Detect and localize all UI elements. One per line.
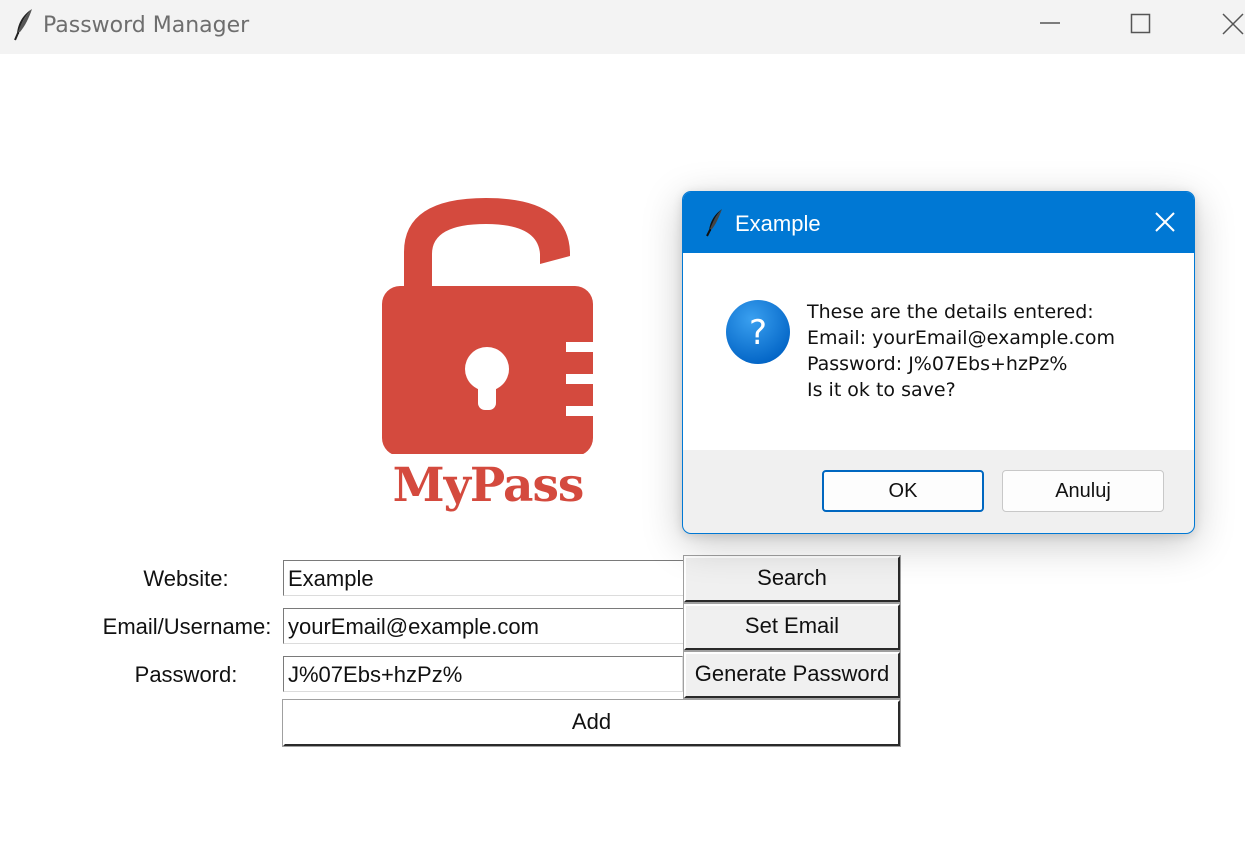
dialog-body: ? These are the details entered: Email: … [683,253,1194,450]
maximize-button[interactable] [1118,0,1164,50]
password-manager-window: Password Manager MyPass Website: Email/U… [0,0,1245,865]
feather-icon [705,208,725,238]
dialog-title: Example [735,211,821,236]
website-input[interactable]: Example [283,560,685,596]
dialog-message-line: Email: yourEmail@example.com [807,327,1115,349]
logo-text: MyPass [392,458,585,513]
svg-text:?: ? [749,313,767,353]
set-email-button[interactable]: Set Email [683,603,901,651]
website-label: Website: [143,566,229,591]
ok-button[interactable]: OK [822,470,984,512]
dialog-close-button[interactable] [1145,204,1185,242]
minimize-button[interactable] [1027,0,1073,50]
generate-password-button[interactable]: Generate Password [683,651,901,699]
dialog-message-line: Is it ok to save? [807,379,956,401]
dialog-message-line: Password: J%07Ebs+hzPz% [807,353,1068,375]
email-username-label: Email/Username: [102,614,272,639]
cancel-button[interactable]: Anuluj [1002,470,1164,512]
dialog-message-line: These are the details entered: [807,301,1094,323]
title-bar: Password Manager [0,0,1245,54]
password-input[interactable]: J%07Ebs+hzPz% [283,656,683,692]
close-button[interactable] [1210,0,1245,50]
dialog-title-bar: Example [683,192,1194,253]
email-input[interactable]: yourEmail@example.com [283,608,685,644]
feather-icon [12,8,36,42]
dialog-message: These are the details entered: Email: yo… [807,299,1115,403]
confirm-dialog: Example ? These are the details entered:… [682,191,1195,534]
password-label: Password: [134,662,238,687]
question-icon: ? [725,299,791,365]
search-button[interactable]: Search [683,555,901,603]
add-button[interactable]: Add [282,699,901,747]
window-title: Password Manager [43,13,250,38]
